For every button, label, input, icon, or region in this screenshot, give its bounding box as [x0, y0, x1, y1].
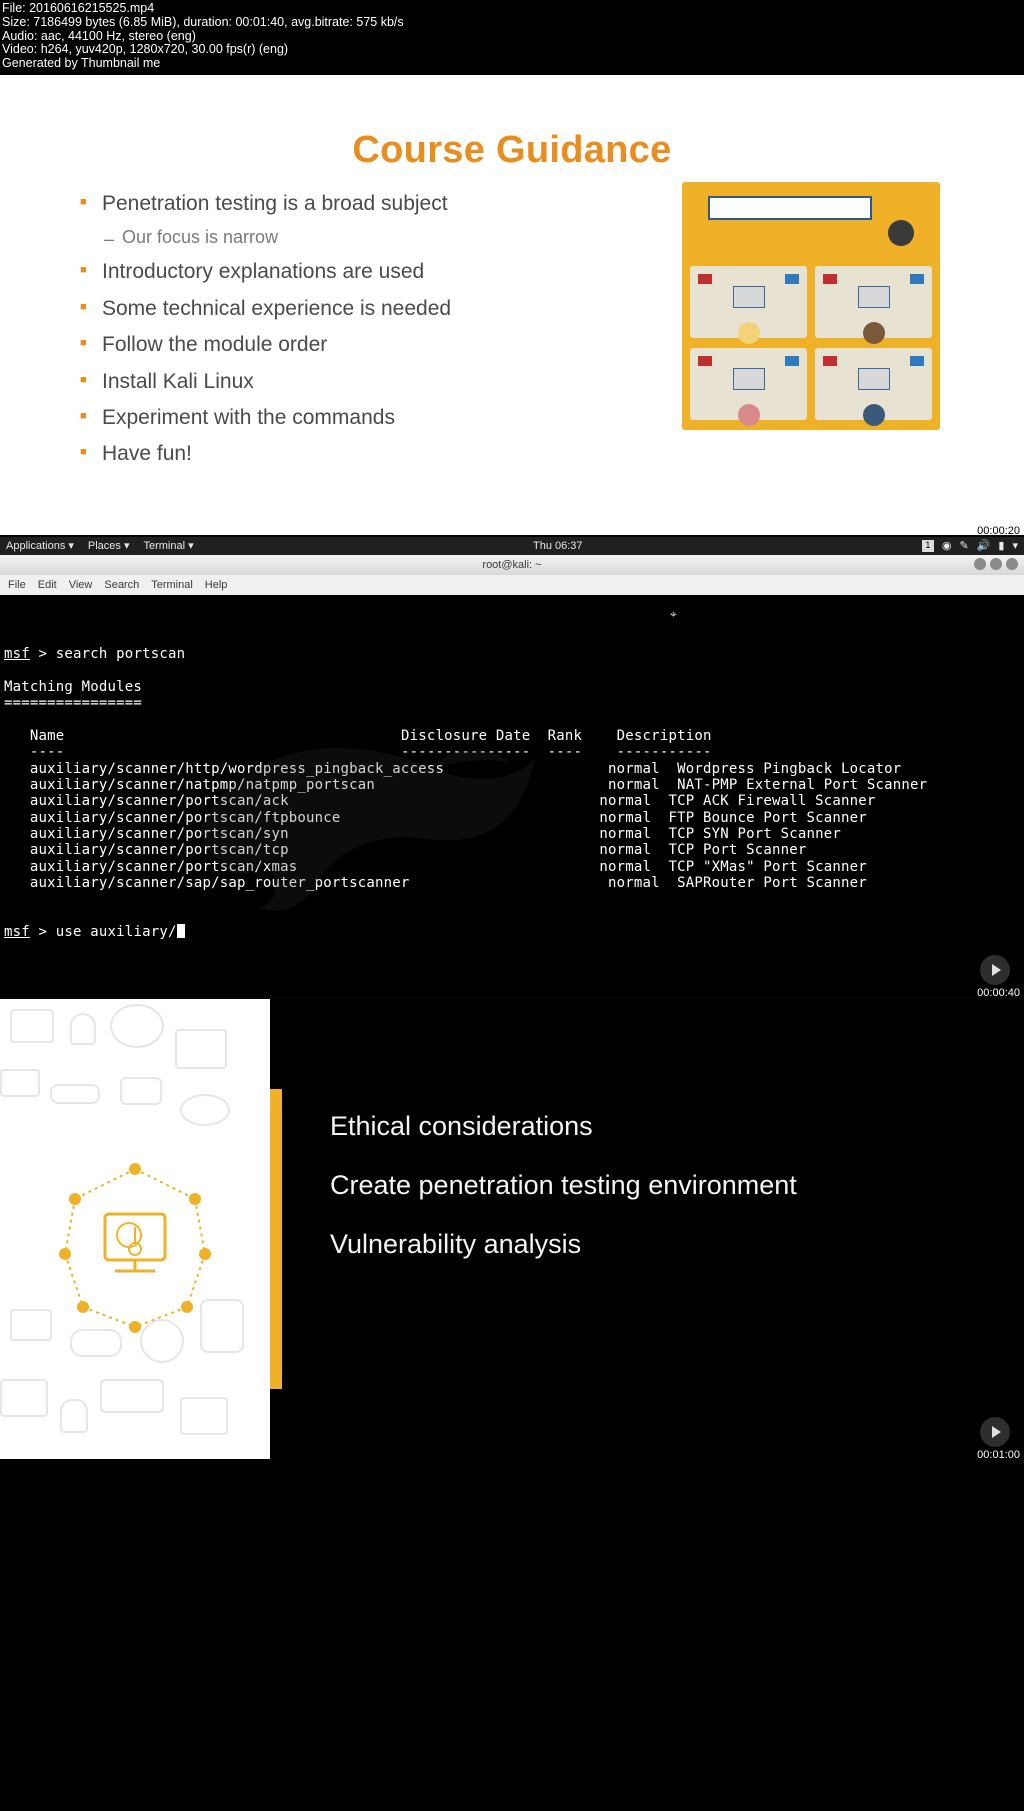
module-rank: normal [599, 842, 651, 858]
meta-audio: Audio: aac, 44100 Hz, stereo (eng) [2, 30, 1022, 44]
window-title: root@kali: ~ [482, 559, 541, 571]
timestamp: 00:00:20 [977, 525, 1020, 535]
classroom-illustration [682, 182, 940, 430]
play-icon [980, 493, 1010, 523]
topic-item: Vulnerability analysis [330, 1229, 1024, 1260]
timestamp: 00:00:40 [977, 987, 1020, 997]
terminal-command: search portscan [56, 646, 185, 662]
menu-item-terminal[interactable]: Terminal [151, 579, 193, 591]
menu-item-view[interactable]: View [69, 579, 93, 591]
camera-icon[interactable]: ◉ [942, 539, 952, 552]
meta-video: Video: h264, yuv420p, 1280x720, 30.00 fp… [2, 43, 1022, 57]
applications-menu[interactable]: Applications ▾ [6, 539, 74, 552]
bullet-item: Have fun! [80, 439, 682, 468]
accent-bar [270, 1089, 282, 1389]
student-icon [863, 404, 885, 426]
module-name: auxiliary/scanner/portscan/syn [30, 826, 289, 842]
topic-item: Create penetration testing environment [330, 1170, 1024, 1201]
bullet-item: Experiment with the commands [80, 403, 682, 432]
topic-item: Ethical considerations [330, 1111, 1024, 1142]
module-desc: FTP Bounce Port Scanner [668, 810, 866, 826]
module-desc: SAPRouter Port Scanner [677, 875, 867, 891]
icon-sidebar [0, 999, 270, 1459]
student-icon [738, 404, 760, 426]
terminal-command: use auxiliary/ [56, 924, 177, 940]
module-rank: normal [599, 793, 651, 809]
slide-title: Course Guidance [0, 129, 1024, 172]
play-icon [980, 955, 1010, 985]
battery-icon[interactable]: ▮ [998, 539, 1004, 552]
module-rank: normal [599, 810, 651, 826]
video-metadata: File: 20160616215525.mp4 Size: 7186499 b… [0, 0, 1024, 75]
teacher-icon [888, 220, 914, 246]
module-desc: NAT-PMP External Port Scanner [677, 777, 927, 793]
terminal[interactable]: ⌖ msf > search portscan Matching Modules… [0, 595, 1024, 997]
clock[interactable]: Thu 06:37 [194, 540, 922, 552]
terminal-cursor [177, 924, 185, 938]
module-rank: normal [608, 777, 660, 793]
workspace-indicator[interactable]: 1 [922, 540, 934, 552]
column-date: Disclosure Date [401, 728, 530, 744]
places-menu[interactable]: Places ▾ [88, 539, 130, 552]
module-desc: TCP ACK Firewall Scanner [668, 793, 875, 809]
column-rank: Rank [548, 728, 583, 744]
module-name: auxiliary/scanner/natpmp/natpmp_portscan [30, 777, 375, 793]
bullet-subitem: Our focus is narrow [80, 225, 682, 250]
column-desc: Description [617, 728, 712, 744]
module-name: auxiliary/scanner/portscan/ftpbounce [30, 810, 341, 826]
bullet-list: Penetration testing is a broad subject O… [80, 182, 682, 476]
column-name: Name [30, 728, 65, 744]
bullet-item: Penetration testing is a broad subject [80, 189, 682, 218]
mouse-cursor-icon: ⌖ [670, 607, 677, 621]
tools-icon[interactable]: ✎ [959, 539, 968, 552]
module-rank: normal [599, 859, 651, 875]
bullet-item: Install Kali Linux [80, 367, 682, 396]
module-name: auxiliary/scanner/portscan/tcp [30, 842, 289, 858]
power-menu-icon[interactable]: ▾ [1012, 539, 1018, 552]
module-rank: normal [599, 826, 651, 842]
timestamp: 00:01:00 [977, 1449, 1020, 1459]
bullet-item: Some technical experience is needed [80, 294, 682, 323]
module-desc: TCP Port Scanner [668, 842, 806, 858]
thumbnail-frame-1: Course Guidance Penetration testing is a… [0, 75, 1024, 535]
meta-size: Size: 7186499 bytes (6.85 MiB), duration… [2, 16, 1022, 30]
terminal-menubar[interactable]: File Edit View Search Terminal Help [0, 575, 1024, 595]
window-close-icon[interactable] [1006, 558, 1018, 570]
module-name: auxiliary/scanner/portscan/ack [30, 793, 289, 809]
volume-icon[interactable]: 🔊 [977, 539, 991, 552]
module-name: auxiliary/scanner/http/wordpress_pingbac… [30, 761, 444, 777]
module-name: auxiliary/scanner/portscan/xmas [30, 859, 298, 875]
thumbnail-frame-2: Applications ▾ Places ▾ Terminal ▾ Thu 0… [0, 537, 1024, 997]
module-desc: TCP "XMas" Port Scanner [668, 859, 866, 875]
menu-item-help[interactable]: Help [205, 579, 228, 591]
window-titlebar[interactable]: root@kali: ~ [0, 555, 1024, 575]
window-maximize-icon[interactable] [990, 558, 1002, 570]
thumbnail-frame-3: Ethical considerations Create penetratio… [0, 999, 1024, 1459]
whiteboard-icon [708, 196, 872, 220]
module-rank: normal [608, 761, 660, 777]
menu-item-file[interactable]: File [8, 579, 26, 591]
network-monitor-icon [55, 1159, 215, 1334]
topic-list: Ethical considerations Create penetratio… [270, 999, 1024, 1459]
menu-item-edit[interactable]: Edit [38, 579, 57, 591]
bullet-item: Introductory explanations are used [80, 257, 682, 286]
play-icon [980, 1417, 1010, 1447]
student-icon [738, 322, 760, 344]
student-icon [863, 322, 885, 344]
module-rank: normal [608, 875, 660, 891]
meta-generated: Generated by Thumbnail me [2, 57, 1022, 71]
desktop-top-bar[interactable]: Applications ▾ Places ▾ Terminal ▾ Thu 0… [0, 537, 1024, 555]
module-desc: TCP SYN Port Scanner [668, 826, 841, 842]
window-minimize-icon[interactable] [974, 558, 986, 570]
module-name: auxiliary/scanner/sap/sap_router_portsca… [30, 875, 410, 891]
terminal-menu[interactable]: Terminal ▾ [143, 539, 193, 552]
meta-file: File: 20160616215525.mp4 [2, 2, 1022, 16]
terminal-heading: Matching Modules [4, 679, 142, 695]
module-desc: Wordpress Pingback Locator [677, 761, 901, 777]
menu-item-search[interactable]: Search [104, 579, 139, 591]
bullet-item: Follow the module order [80, 330, 682, 359]
